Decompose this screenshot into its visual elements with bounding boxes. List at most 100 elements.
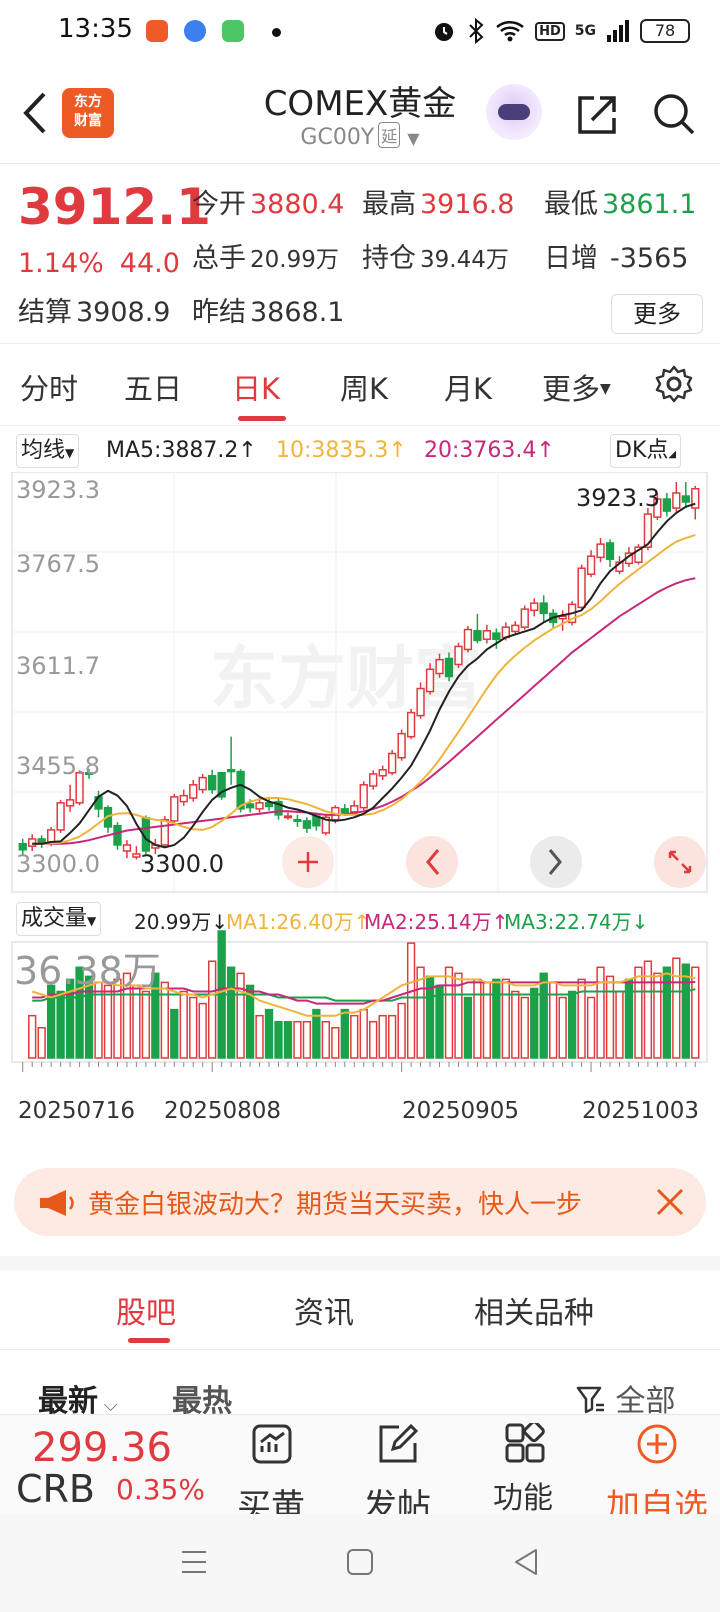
- volume-select-label: 成交量: [21, 906, 88, 931]
- active-tab-indicator: [238, 416, 286, 421]
- volume-bar: [293, 1020, 302, 1059]
- candle-body: [245, 803, 255, 809]
- daily-inc-value: -3565: [610, 243, 689, 274]
- volume-bar: [274, 1020, 283, 1059]
- tab-monthly-k[interactable]: 月K: [444, 366, 492, 408]
- open-interest: 持仓 39.44万: [362, 236, 509, 275]
- volume-select[interactable]: 成交量▼: [16, 902, 102, 936]
- candle-body: [425, 668, 435, 693]
- function-button[interactable]: 功能: [468, 1415, 578, 1514]
- crosshair-button[interactable]: [282, 836, 334, 888]
- tab-more[interactable]: 更多▼: [542, 366, 611, 408]
- daily-inc-label: 日增: [544, 243, 598, 274]
- candle-body: [378, 769, 387, 777]
- candle-body: [46, 829, 56, 843]
- post-button[interactable]: 发帖: [342, 1415, 452, 1514]
- buy-gold-label: 买黄: [237, 1487, 305, 1514]
- volume-bar: [444, 966, 454, 1059]
- candle-body: [208, 775, 217, 791]
- candle-body: [350, 805, 359, 813]
- quote-panel: 3912.1 1.14% 44.0 今开 3880.4 最高 3916.8 最低 386…: [0, 164, 720, 344]
- volume-bar: [56, 990, 65, 1059]
- more-quote-button[interactable]: 更多: [611, 294, 703, 334]
- period-tabs: 分时 五日 日K 周K 月K 更多▼: [0, 344, 720, 426]
- volume-bar: [264, 1008, 274, 1059]
- menu-icon[interactable]: [178, 1546, 210, 1578]
- tab-more-label: 更多: [542, 372, 601, 406]
- candle-body: [302, 820, 312, 829]
- candle-body: [605, 542, 615, 560]
- home-icon[interactable]: [344, 1546, 376, 1578]
- bottom-action-bar: 299.36 CRB 0.35% 买黄 发帖 功能 加自选: [0, 1414, 720, 1514]
- ma-select[interactable]: 均线▼: [16, 434, 80, 468]
- crb-index[interactable]: 299.36 CRB 0.35%: [0, 1415, 220, 1514]
- app-notification-icon: [184, 20, 206, 42]
- volume-bar: [605, 975, 615, 1059]
- volume-bar: [530, 987, 539, 1059]
- tab-five-day[interactable]: 五日: [124, 366, 182, 408]
- function-label: 功能: [493, 1481, 553, 1514]
- filter-icon: [576, 1386, 604, 1414]
- candle-body: [539, 602, 548, 615]
- date-label: 20250905: [402, 1098, 520, 1124]
- candle-body: [283, 815, 293, 819]
- active-tab-indicator: [128, 1338, 170, 1343]
- min-price-marker: 3300.0: [140, 850, 224, 878]
- close-icon[interactable]: [650, 1182, 690, 1222]
- add-watchlist-button[interactable]: 加自选: [594, 1415, 720, 1514]
- ai-assistant-icon[interactable]: [486, 84, 542, 140]
- hd-icon: HD: [535, 21, 565, 41]
- buy-gold-button[interactable]: 买黄: [216, 1415, 326, 1514]
- search-button[interactable]: [650, 90, 698, 138]
- tab-weekly-k[interactable]: 周K: [340, 366, 388, 408]
- volume-bar: [170, 1008, 179, 1059]
- candle-body: [359, 784, 368, 809]
- arrow-up-icon: ↑: [388, 438, 407, 463]
- tab-intraday[interactable]: 分时: [20, 366, 78, 408]
- volume-bar: [340, 1008, 349, 1059]
- ad-banner[interactable]: 黄金白银波动大？期货当天买卖，快人一步: [14, 1168, 706, 1236]
- crb-value: 299.36: [32, 1425, 172, 1471]
- ma-select-label: 均线: [21, 438, 66, 463]
- y-label: 3611.7: [16, 652, 100, 680]
- gear-icon[interactable]: [654, 364, 694, 404]
- date-axis: 20250716 20250808 20250905 20251003: [0, 1098, 720, 1132]
- candle-body: [179, 794, 188, 803]
- prev-settle-value: 3868.1: [250, 297, 345, 328]
- ma20-text: 20:3763.4: [424, 438, 537, 463]
- volume-bar: [369, 1020, 378, 1059]
- share-button[interactable]: [574, 90, 622, 138]
- volume-bar: [302, 1020, 312, 1059]
- volume-indicator-row: 成交量▼ 20.99万↓ MA1:26.40万↑ MA2:25.14万↑ MA3…: [0, 898, 720, 938]
- change-amount: 44.0: [119, 248, 180, 279]
- volume-bar: [672, 957, 681, 1059]
- candle-body: [435, 658, 444, 675]
- arrow-up-icon: ↑: [238, 438, 257, 463]
- volume-bar: [198, 1002, 207, 1059]
- dk-point-button[interactable]: DK点◢: [610, 434, 682, 468]
- volume-bar: [615, 990, 624, 1059]
- tab-news[interactable]: 资讯: [294, 1288, 354, 1332]
- volume-bar: [511, 990, 520, 1059]
- volume-value: 20.99万: [250, 247, 339, 273]
- candle-body: [340, 808, 349, 815]
- app-notification-icon: [146, 20, 168, 42]
- battery-icon: 78: [640, 19, 690, 43]
- open-price: 今开 3880.4: [192, 182, 344, 221]
- volume-bar: [226, 966, 236, 1059]
- tab-related[interactable]: 相关品种: [474, 1288, 594, 1332]
- settle-value: 3908.9: [76, 297, 171, 328]
- expand-icon[interactable]: [654, 836, 706, 888]
- grid-icon: [505, 1423, 545, 1463]
- candle-body: [397, 732, 406, 759]
- tab-guba[interactable]: 股吧: [116, 1288, 176, 1332]
- status-icons: HD 5G 78: [431, 16, 690, 46]
- low-price: 最低 3861.1: [544, 182, 696, 221]
- kline-chart[interactable]: 东方财富 3923.3 3767.5 3611.7 3455.8 3300.0 …: [0, 472, 720, 1098]
- back-nav-icon[interactable]: [510, 1546, 542, 1578]
- scroll-left-button[interactable]: [406, 836, 458, 888]
- caret-down-icon: ▼: [87, 914, 97, 928]
- candle-body: [416, 687, 425, 717]
- scroll-right-button[interactable]: [530, 836, 582, 888]
- tab-daily-k[interactable]: 日K: [232, 366, 280, 408]
